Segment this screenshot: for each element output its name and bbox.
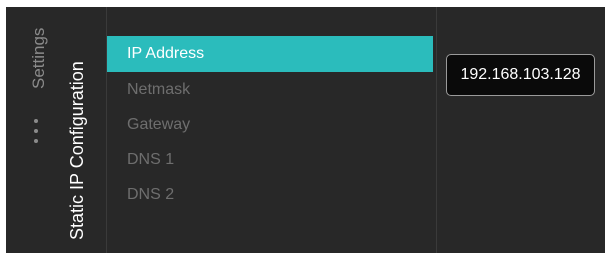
ellipsis-dot: [34, 129, 38, 133]
ip-address-value-field[interactable]: 192.168.103.128: [446, 54, 595, 96]
menu-item-ip-address[interactable]: IP Address: [107, 36, 433, 72]
ellipsis-icon: [34, 119, 38, 143]
breadcrumb-parent[interactable]: Settings: [29, 28, 48, 89]
ellipsis-dot: [34, 139, 38, 143]
menu-item-dns-1[interactable]: DNS 1: [107, 142, 433, 177]
menu-item-gateway[interactable]: Gateway: [107, 107, 433, 142]
breadcrumb: Settings Static IP Configuration: [6, 7, 87, 253]
menu-item-netmask[interactable]: Netmask: [107, 72, 433, 107]
settings-menu: IP Address Netmask Gateway DNS 1 DNS 2: [107, 36, 433, 212]
tv-settings-screen: Settings Static IP Configuration IP Addr…: [6, 7, 605, 253]
ellipsis-dot: [34, 119, 38, 123]
page-title: Static IP Configuration: [67, 61, 87, 240]
column-divider: [436, 7, 437, 253]
menu-item-dns-2[interactable]: DNS 2: [107, 177, 433, 212]
